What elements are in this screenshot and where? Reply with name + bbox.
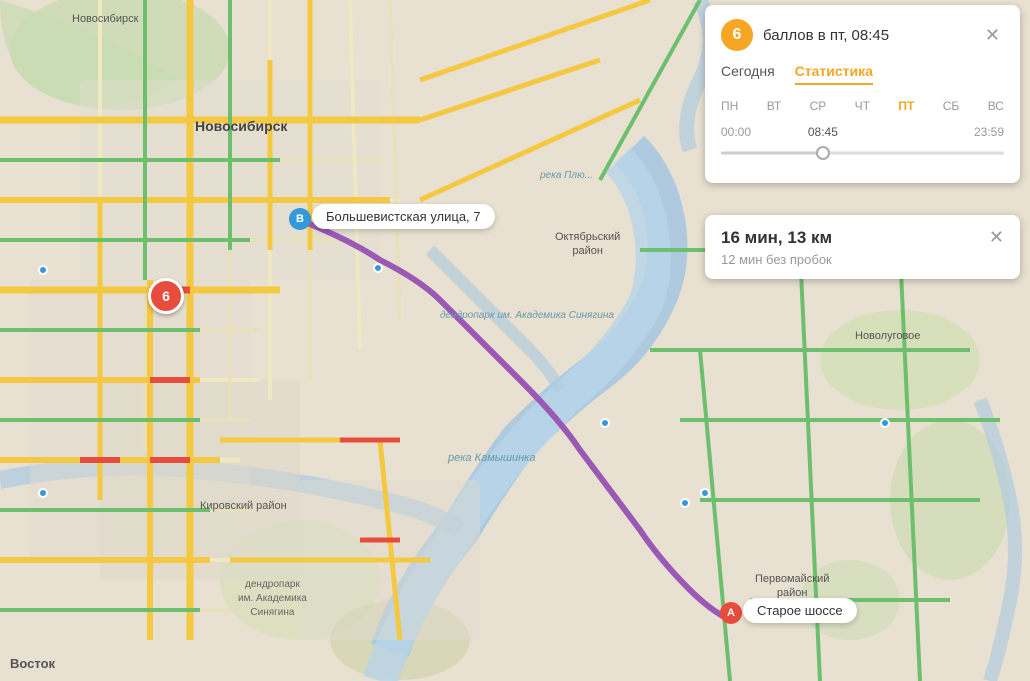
map-traffic-score: 6 bbox=[148, 278, 184, 314]
route-header: 16 мин, 13 км ✕ bbox=[721, 227, 1004, 248]
address-bubble-a: Старое шоссе bbox=[743, 598, 857, 623]
day-thu[interactable]: ЧТ bbox=[855, 99, 870, 113]
route-time-distance: 16 мин, 13 км bbox=[721, 228, 832, 248]
day-wed[interactable]: СР bbox=[810, 99, 827, 113]
slider-filled bbox=[721, 152, 823, 155]
route-no-traffic: 12 мин без пробок bbox=[721, 252, 1004, 267]
time-start: 00:00 bbox=[721, 125, 751, 139]
address-bubble-b: Большевистская улица, 7 bbox=[312, 204, 495, 229]
waypoint-a[interactable]: А bbox=[720, 602, 742, 624]
route-dot-3 bbox=[680, 498, 690, 508]
slider-value-label: 08:45 bbox=[806, 125, 840, 139]
road-dot-1 bbox=[38, 265, 48, 275]
day-sun[interactable]: ВС bbox=[988, 99, 1004, 113]
road-dot-4 bbox=[880, 418, 890, 428]
tab-statistics[interactable]: Статистика bbox=[795, 63, 873, 85]
tab-today[interactable]: Сегодня bbox=[721, 63, 775, 85]
waypoint-b[interactable]: В bbox=[289, 208, 311, 230]
traffic-score-badge: 6 bbox=[721, 19, 753, 51]
traffic-panel: 6 баллов в пт, 08:45 ✕ Сегодня Статистик… bbox=[705, 5, 1020, 183]
time-slider[interactable]: 08:45 bbox=[721, 143, 1004, 163]
traffic-header: 6 баллов в пт, 08:45 ✕ bbox=[721, 19, 1004, 51]
days-row: ПН ВТ СР ЧТ ПТ СБ ВС bbox=[721, 99, 1004, 113]
route-panel: 16 мин, 13 км ✕ 12 мин без пробок bbox=[705, 215, 1020, 279]
traffic-tabs: Сегодня Статистика bbox=[721, 63, 1004, 85]
time-end: 23:59 bbox=[974, 125, 1004, 139]
map-container: Новосибирск Новосибирск Октябрьскийрайон… bbox=[0, 0, 1030, 681]
route-dot-2 bbox=[600, 418, 610, 428]
bottom-left-label: Восток bbox=[10, 656, 55, 671]
traffic-close-button[interactable]: ✕ bbox=[981, 24, 1004, 46]
traffic-title: баллов в пт, 08:45 bbox=[763, 27, 981, 44]
time-range-row: 00:00 23:59 bbox=[721, 125, 1004, 139]
route-close-button[interactable]: ✕ bbox=[989, 227, 1004, 248]
road-dot-2 bbox=[38, 488, 48, 498]
route-dot-1 bbox=[373, 263, 383, 273]
day-sat[interactable]: СБ bbox=[943, 99, 960, 113]
day-fri[interactable]: ПТ bbox=[898, 99, 914, 113]
day-mon[interactable]: ПН bbox=[721, 99, 738, 113]
road-dot-3 bbox=[700, 488, 710, 498]
traffic-score: 6 bbox=[733, 26, 742, 44]
slider-thumb[interactable] bbox=[816, 146, 830, 160]
day-tue[interactable]: ВТ bbox=[767, 99, 782, 113]
